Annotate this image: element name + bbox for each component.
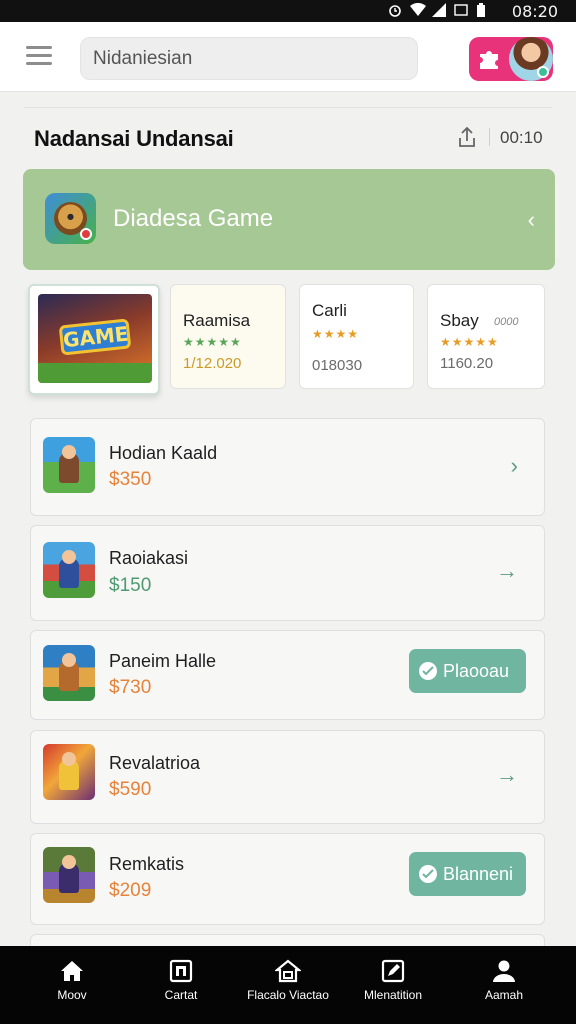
- nav-item-profile[interactable]: Aamah: [454, 946, 554, 1024]
- list-item[interactable]: Hodian Kaald $350 ›: [30, 418, 545, 516]
- game-art-image: GAME: [38, 294, 152, 383]
- list-item[interactable]: Remkatis $209 Blanneni: [30, 833, 545, 925]
- game-card[interactable]: Sbay 0000 ★★★★★ 1160.20: [427, 284, 545, 389]
- menu-icon-bar: [26, 54, 52, 57]
- card-value: 1/12.020: [183, 355, 242, 372]
- play-button-label: Plaooau: [443, 660, 510, 681]
- profile-button[interactable]: [469, 37, 553, 81]
- character-figure: [59, 855, 79, 893]
- character-figure: [59, 550, 79, 588]
- featured-game-card[interactable]: GAME: [28, 284, 160, 395]
- nav-label: Flacalo Viactao: [247, 988, 329, 1002]
- art-ground: [38, 363, 152, 383]
- card-title: Carli: [312, 301, 347, 320]
- arrow-right-icon[interactable]: →: [496, 762, 518, 788]
- item-name: Paneim Halle: [109, 651, 217, 671]
- item-name: Hodian Kaald: [109, 443, 218, 463]
- rating-stars: ★★★★: [312, 327, 360, 341]
- character-figure: [59, 752, 79, 790]
- nav-item-home[interactable]: Moov: [22, 946, 122, 1024]
- plan-button[interactable]: Blanneni: [409, 852, 526, 896]
- item-name: Remkatis: [109, 854, 185, 874]
- list-item[interactable]: Raoiakasi $150 →: [30, 525, 545, 621]
- battery-icon: [476, 3, 490, 17]
- character-figure: [59, 653, 79, 691]
- card-title: Sbay: [440, 311, 479, 330]
- status-icons: [388, 2, 490, 17]
- profile-icon: [493, 960, 515, 982]
- game-thumbnail: [43, 847, 95, 903]
- page-title: Nadansai Undansai: [34, 126, 234, 151]
- check-icon: [419, 865, 437, 883]
- play-button[interactable]: Plaooau: [409, 649, 526, 693]
- nav-label: Moov: [57, 988, 87, 1002]
- sim-icon: [454, 3, 468, 17]
- arrow-right-icon[interactable]: →: [496, 558, 518, 584]
- check-icon: [419, 662, 437, 680]
- game-icon: [45, 193, 96, 244]
- top-app-bar: [0, 22, 576, 92]
- store-icon: [275, 959, 301, 983]
- bottom-navigation: Moov Cartat Flacalo Viactao Mlenatition …: [0, 946, 576, 1024]
- cart-icon: [169, 959, 193, 983]
- game-thumbnail: [43, 437, 95, 493]
- list-item[interactable]: Paneim Halle $730 Plaooau: [30, 630, 545, 720]
- alarm-icon: [388, 3, 402, 17]
- puzzle-icon: [480, 51, 498, 69]
- edit-icon: [381, 959, 405, 983]
- card-value: 1160.20: [440, 355, 494, 372]
- item-price: $590: [109, 779, 152, 800]
- item-name: Revalatrioa: [109, 753, 201, 773]
- game-card[interactable]: Carli ★★★★ 018030: [299, 284, 414, 389]
- card-value: 018030: [312, 357, 363, 374]
- item-price: $150: [109, 575, 152, 596]
- rating-stars: ★★★★★: [440, 335, 499, 349]
- signal-icon: [432, 3, 446, 17]
- banner-title: Diadesa Game: [113, 205, 274, 232]
- nav-label: Cartat: [164, 988, 198, 1002]
- status-bar: 08:20: [0, 0, 576, 22]
- nav-item-store[interactable]: Flacalo Viactao: [238, 946, 338, 1024]
- menu-button[interactable]: [26, 46, 52, 66]
- chevron-right-icon[interactable]: ›: [511, 453, 518, 479]
- nav-label: Aamah: [484, 988, 524, 1002]
- plan-button-label: Blanneni: [443, 863, 514, 884]
- game-logo: GAME: [58, 318, 132, 356]
- wifi-icon: [410, 2, 426, 17]
- nav-item-cart[interactable]: Cartat: [131, 946, 231, 1024]
- divider: [24, 107, 552, 108]
- nav-item-edit[interactable]: Mlenatition: [343, 946, 443, 1024]
- card-subtitle: 0000: [494, 316, 519, 328]
- featured-banner[interactable]: Diadesa Game ‹: [23, 169, 555, 270]
- menu-icon-bar: [26, 46, 52, 49]
- item-price: $209: [109, 880, 152, 901]
- item-count: 00:10: [500, 128, 543, 147]
- item-price: $730: [109, 677, 152, 698]
- status-time: 08:20: [511, 2, 558, 21]
- header-divider: [489, 128, 490, 146]
- game-card[interactable]: Raamisa ★★★★★ 1/12.020: [170, 284, 286, 389]
- card-carousel: GAME Raamisa ★★★★★ 1/12.020 Carli ★★★★ 0…: [0, 284, 576, 396]
- game-thumbnail: [43, 744, 95, 800]
- online-badge: [537, 66, 549, 78]
- character-figure: [59, 445, 79, 483]
- home-icon: [61, 961, 83, 981]
- chevron-left-icon[interactable]: ‹: [528, 207, 535, 233]
- game-thumbnail: [43, 645, 95, 701]
- menu-icon-bar: [26, 62, 52, 65]
- notification-dot: [80, 228, 92, 240]
- item-price: $350: [109, 469, 152, 490]
- share-icon[interactable]: [458, 126, 476, 148]
- list-item[interactable]: Revalatrioa $590 →: [30, 730, 545, 824]
- nav-label: Mlenatition: [363, 988, 423, 1002]
- card-title: Raamisa: [183, 311, 251, 330]
- search-input[interactable]: [80, 37, 418, 80]
- rating-stars: ★★★★★: [183, 335, 242, 349]
- game-thumbnail: [43, 542, 95, 598]
- item-name: Raoiakasi: [109, 548, 189, 568]
